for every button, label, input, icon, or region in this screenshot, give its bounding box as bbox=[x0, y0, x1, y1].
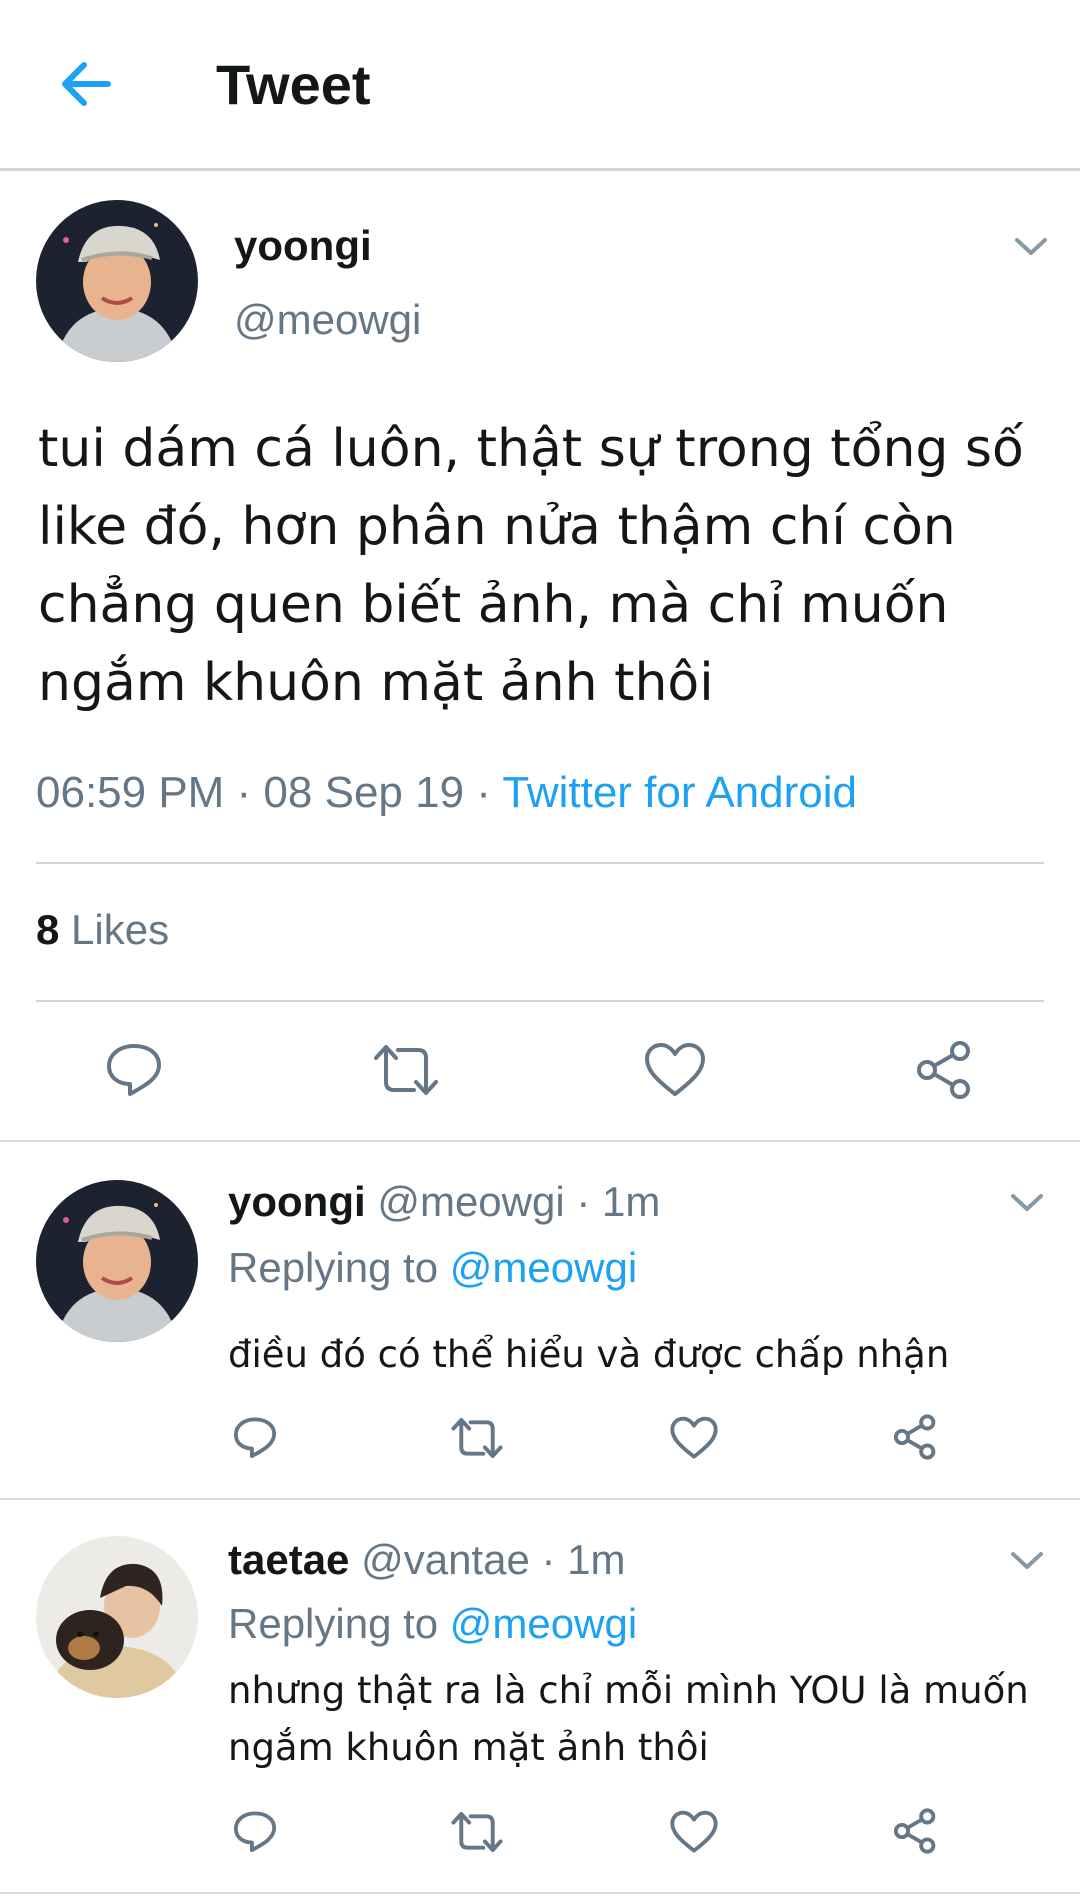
replying-to: Replying to @meowgi bbox=[228, 1600, 637, 1648]
reply-icon[interactable] bbox=[232, 1414, 278, 1460]
divider bbox=[36, 862, 1044, 864]
tweet-timestamp: 06:59 PM · 08 Sep 19 · bbox=[36, 768, 503, 817]
tweet-text: tui dám cá luôn, thật sự trong tổng số l… bbox=[38, 419, 1024, 713]
section-separator bbox=[0, 1498, 1080, 1500]
retweet-icon[interactable] bbox=[372, 1042, 440, 1098]
avatar[interactable] bbox=[36, 1180, 198, 1342]
like-icon[interactable] bbox=[670, 1416, 718, 1460]
chevron-down-icon[interactable] bbox=[1014, 236, 1048, 258]
like-icon[interactable] bbox=[670, 1810, 718, 1854]
reply-header: yoongi @meowgi · 1m bbox=[228, 1178, 660, 1226]
replying-to: Replying to @meowgi bbox=[228, 1244, 637, 1292]
reply-text: điều đó có thể hiểu và được chấp nhận bbox=[228, 1333, 950, 1376]
section-separator bbox=[0, 1892, 1080, 1894]
back-arrow-icon[interactable] bbox=[56, 54, 116, 114]
tweet-meta: 06:59 PM · 08 Sep 19 · Twitter for Andro… bbox=[36, 768, 857, 818]
share-icon[interactable] bbox=[892, 1808, 938, 1854]
section-separator bbox=[0, 1140, 1080, 1142]
likes-count[interactable]: 8 Likes bbox=[36, 906, 169, 954]
chevron-down-icon[interactable] bbox=[1010, 1192, 1044, 1214]
divider bbox=[36, 1000, 1044, 1002]
avatar[interactable] bbox=[36, 200, 198, 362]
reply-icon[interactable] bbox=[232, 1808, 278, 1854]
author-name[interactable]: yoongi bbox=[234, 222, 372, 270]
author-handle[interactable]: @meowgi bbox=[234, 296, 421, 344]
reply-author-handle[interactable]: @meowgi · 1m bbox=[377, 1178, 660, 1225]
share-icon[interactable] bbox=[914, 1040, 974, 1100]
replying-label: Replying to bbox=[228, 1244, 450, 1291]
reply-author-name[interactable]: taetae bbox=[228, 1536, 349, 1583]
likes-label: Likes bbox=[59, 906, 170, 953]
reply-author-handle[interactable]: @vantae · 1m bbox=[361, 1536, 625, 1583]
chevron-down-icon[interactable] bbox=[1010, 1550, 1044, 1572]
replying-mention-link[interactable]: @meowgi bbox=[450, 1600, 637, 1647]
share-icon[interactable] bbox=[892, 1414, 938, 1460]
page-title: Tweet bbox=[216, 53, 371, 116]
reply-author-name[interactable]: yoongi bbox=[228, 1178, 366, 1225]
reply-icon[interactable] bbox=[104, 1040, 164, 1098]
avatar[interactable] bbox=[36, 1536, 198, 1698]
tweet-source-link[interactable]: Twitter for Android bbox=[502, 768, 857, 817]
likes-number: 8 bbox=[36, 906, 60, 953]
retweet-icon[interactable] bbox=[450, 1810, 504, 1854]
like-icon[interactable] bbox=[644, 1042, 706, 1098]
retweet-icon[interactable] bbox=[450, 1416, 504, 1460]
reply-header: taetae @vantae · 1m bbox=[228, 1536, 626, 1584]
replying-mention-link[interactable]: @meowgi bbox=[450, 1244, 637, 1291]
top-bar bbox=[0, 0, 1080, 171]
replying-label: Replying to bbox=[228, 1600, 450, 1647]
reply-text: nhưng thật ra là chỉ mỗi mình YOU là muố… bbox=[228, 1669, 1029, 1769]
